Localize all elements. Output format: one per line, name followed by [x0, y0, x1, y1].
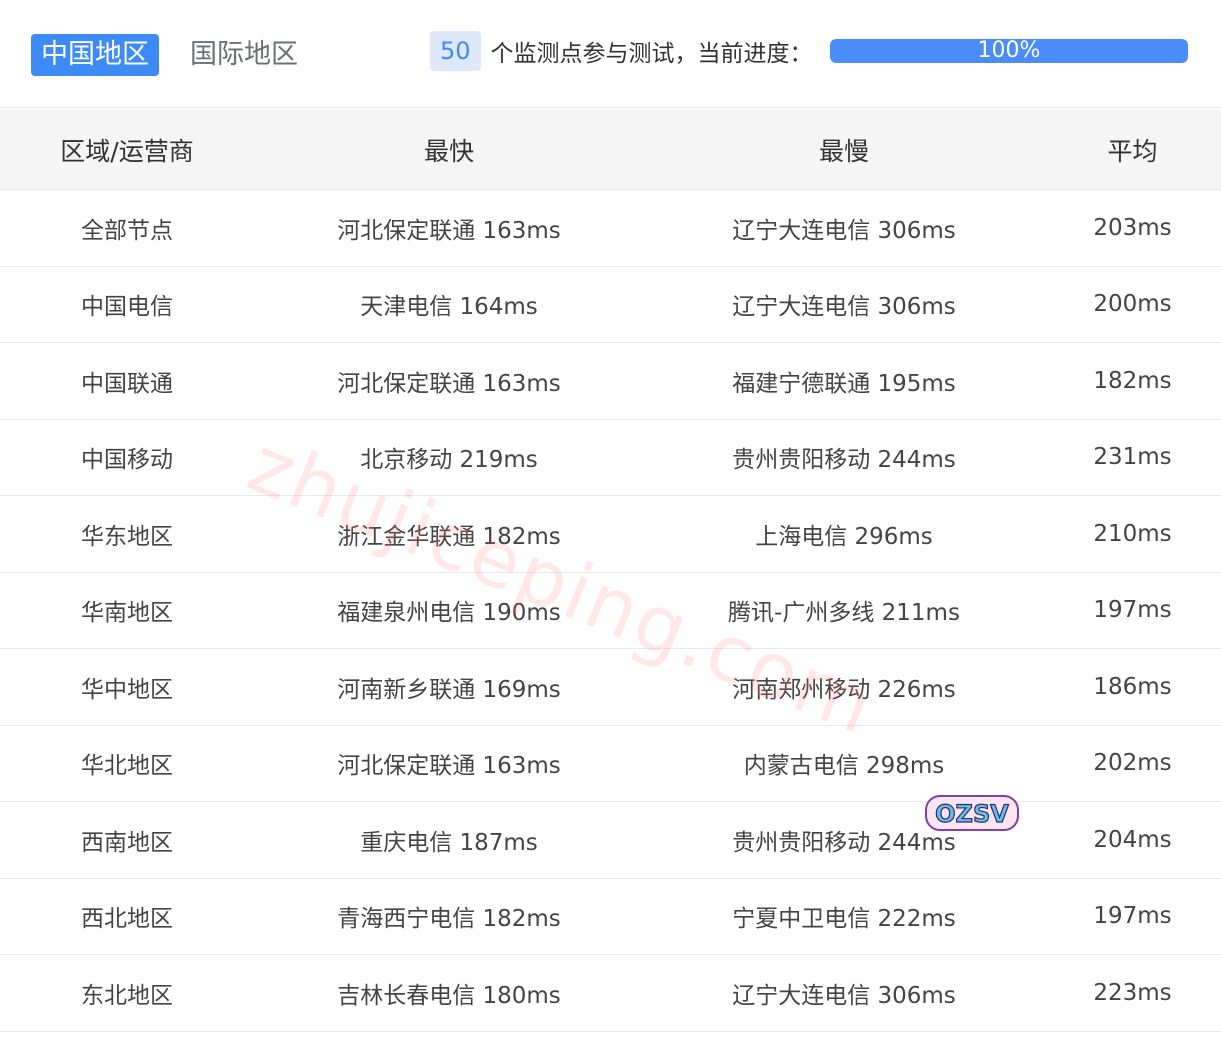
cell-region: 华中地区 — [81, 676, 173, 703]
cell-average: 210ms — [1093, 520, 1172, 547]
header-region: 区域/运营商 — [60, 136, 194, 166]
cell-fastest: 河北保定联通 163ms — [337, 217, 561, 244]
cell-fastest: 河北保定联通 163ms — [337, 370, 561, 397]
cell-average: 203ms — [1093, 214, 1172, 241]
cell-fastest: 重庆电信 187ms — [360, 829, 538, 856]
cell-region: 华东地区 — [81, 523, 173, 550]
table-row: 全部节点 河北保定联通 163ms 辽宁大连电信 306ms 203ms — [0, 190, 1221, 267]
cell-slowest: 贵州贵阳移动 244ms — [732, 829, 956, 856]
cell-average: 186ms — [1093, 673, 1172, 700]
cell-region: 中国联通 — [81, 370, 173, 397]
monitor-count-badge: 50 — [430, 31, 481, 71]
table-row: 华北地区 河北保定联通 163ms 内蒙古电信 298ms 202ms — [0, 726, 1221, 802]
header-fastest: 最快 — [423, 136, 474, 166]
cell-average: 197ms — [1093, 903, 1172, 930]
cell-average: 197ms — [1093, 597, 1172, 624]
cell-fastest: 河南新乡联通 169ms — [337, 676, 561, 703]
cell-fastest: 河北保定联通 163ms — [337, 753, 561, 780]
cell-slowest: 河南郑州移动 226ms — [732, 676, 956, 703]
cell-average: 223ms — [1093, 979, 1172, 1006]
table-row: 中国移动 北京移动 219ms 贵州贵阳移动 244ms 231ms — [0, 420, 1221, 496]
cell-average: 204ms — [1093, 826, 1172, 853]
progress-percent: 100% — [977, 39, 1041, 63]
cell-region: 西北地区 — [81, 906, 173, 933]
cell-fastest: 北京移动 219ms — [360, 447, 538, 474]
cell-region: 全部节点 — [81, 217, 173, 244]
results-table: 区域/运营商 最快 最慢 平均 全部节点 河北保定联通 163ms 辽宁大连电信… — [0, 110, 1221, 1032]
tab-china-region[interactable]: 中国地区 — [31, 34, 159, 76]
cell-fastest: 福建泉州电信 190ms — [337, 600, 561, 627]
progress-label: 个监测点参与测试，当前进度： — [490, 41, 813, 67]
table-row: 华南地区 福建泉州电信 190ms 腾讯-广州多线 211ms 197ms — [0, 573, 1221, 649]
cell-average: 182ms — [1093, 367, 1172, 394]
cell-slowest: 贵州贵阳移动 244ms — [732, 447, 956, 474]
table-row: 西北地区 青海西宁电信 182ms 宁夏中卫电信 222ms 197ms — [0, 879, 1221, 955]
table-row: 中国联通 河北保定联通 163ms 福建宁德联通 195ms 182ms — [0, 343, 1221, 420]
table-row: 华东地区 浙江金华联通 182ms 上海电信 296ms 210ms — [0, 496, 1221, 573]
table-header: 区域/运营商 最快 最慢 平均 — [0, 110, 1221, 190]
cell-fastest: 吉林长春电信 180ms — [337, 982, 561, 1009]
table-row: 东北地区 吉林长春电信 180ms 辽宁大连电信 306ms 223ms — [0, 955, 1221, 1032]
cell-average: 200ms — [1093, 291, 1172, 318]
cell-slowest: 辽宁大连电信 306ms — [732, 217, 956, 244]
cell-slowest: 内蒙古电信 298ms — [743, 753, 945, 780]
cell-slowest: 腾讯-广州多线 211ms — [728, 600, 960, 627]
progress-area: 50 个监测点参与测试，当前进度： 100% — [430, 30, 1188, 72]
cell-region: 西南地区 — [81, 829, 173, 856]
table-row: 中国电信 天津电信 164ms 辽宁大连电信 306ms 200ms — [0, 267, 1221, 343]
speed-test-panel: 中国地区 国际地区 50 个监测点参与测试，当前进度： 100% 区域/运营商 … — [0, 0, 1221, 1037]
cell-average: 231ms — [1093, 444, 1172, 471]
cell-fastest: 天津电信 164ms — [360, 294, 538, 321]
header-average: 平均 — [1107, 136, 1158, 166]
cell-region: 中国移动 — [81, 447, 173, 474]
tab-international-region[interactable]: 国际地区 — [180, 34, 308, 76]
cell-fastest: 青海西宁电信 182ms — [337, 906, 561, 933]
cell-slowest: 上海电信 296ms — [755, 523, 933, 550]
table-row: 华中地区 河南新乡联通 169ms 河南郑州移动 226ms 186ms — [0, 649, 1221, 726]
cell-average: 202ms — [1093, 750, 1172, 777]
cell-region: 东北地区 — [81, 982, 173, 1009]
cell-fastest: 浙江金华联通 182ms — [337, 523, 561, 550]
cell-slowest: 辽宁大连电信 306ms — [732, 294, 956, 321]
cell-slowest: 宁夏中卫电信 222ms — [732, 906, 956, 933]
header: 中国地区 国际地区 50 个监测点参与测试，当前进度： 100% — [0, 0, 1221, 108]
cell-region: 华南地区 — [81, 600, 173, 627]
table-row: 西南地区 重庆电信 187ms 贵州贵阳移动 244ms 204ms — [0, 802, 1221, 879]
cell-region: 中国电信 — [81, 294, 173, 321]
header-slowest: 最慢 — [818, 136, 869, 166]
cell-slowest: 辽宁大连电信 306ms — [732, 982, 956, 1009]
cell-slowest: 福建宁德联通 195ms — [732, 370, 956, 397]
cell-region: 华北地区 — [81, 753, 173, 780]
progress-bar: 100% — [830, 39, 1188, 63]
